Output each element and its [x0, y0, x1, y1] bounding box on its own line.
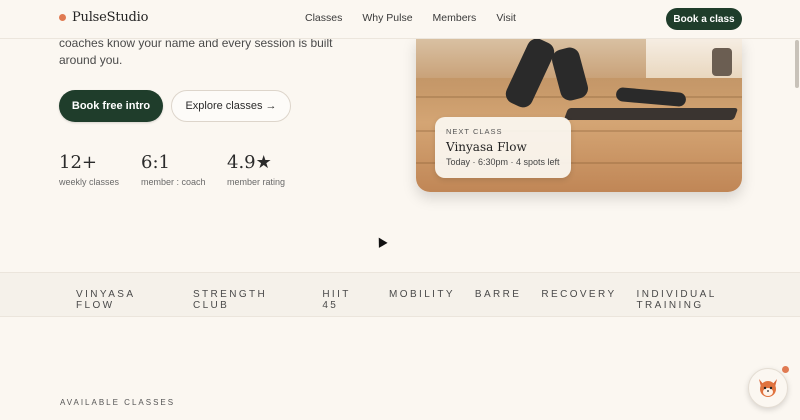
hero-description: coaches know your name and every session…	[59, 36, 333, 67]
class-type-item[interactable]: HIIT 45	[322, 289, 369, 311]
fox-icon	[759, 379, 777, 397]
class-type-item[interactable]: VINYASA FLOW	[76, 289, 173, 311]
brand-dot-icon	[59, 14, 66, 21]
photo-bag	[712, 48, 732, 76]
explore-classes-button[interactable]: Explore classes →	[171, 90, 291, 122]
nav-item-members[interactable]: Members	[433, 12, 477, 24]
stat-member-coach: 6:1 member : coach	[141, 152, 206, 188]
stat-label: weekly classes	[59, 177, 120, 187]
brand-logo[interactable]: PulseStudio	[59, 10, 148, 25]
stat-value: 6:1	[141, 152, 170, 173]
chat-assistant-fox-icon[interactable]	[748, 368, 788, 408]
main-nav: Classes Why Pulse Members Visit	[305, 12, 536, 24]
class-type-item[interactable]: MOBILITY	[389, 289, 455, 311]
stat-label: member rating	[227, 177, 286, 187]
yoga-mat	[563, 108, 739, 120]
page-scrollbar[interactable]	[795, 40, 799, 88]
class-type-item[interactable]: RECOVERY	[541, 289, 616, 311]
stat-member-rating: 4.9★ member rating	[227, 152, 286, 188]
class-types-band: VINYASA FLOW STRENGTH CLUB HIIT 45 MOBIL…	[0, 272, 800, 317]
notification-dot-icon	[782, 366, 789, 373]
class-type-item[interactable]: BARRE	[475, 289, 521, 311]
next-class-title: Vinyasa Flow	[446, 140, 527, 154]
nav-item-visit[interactable]: Visit	[496, 12, 516, 24]
top-navigation-bar: PulseStudio Classes Why Pulse Members Vi…	[0, 0, 800, 39]
next-class-meta: Today · 6:30pm · 4 spots left	[446, 157, 560, 167]
stat-label: member : coach	[141, 177, 206, 187]
brand-name: PulseStudio	[72, 10, 149, 25]
stat-value: 4.9★	[227, 152, 272, 173]
yoga-figure-leg	[615, 86, 687, 108]
stat-value: 12+	[59, 152, 97, 173]
class-type-item[interactable]: INDIVIDUAL TRAINING	[637, 289, 780, 311]
next-class-kicker: NEXT CLASS	[446, 127, 503, 136]
class-types-list: VINYASA FLOW STRENGTH CLUB HIIT 45 MOBIL…	[76, 289, 800, 311]
book-free-intro-button[interactable]: Book free intro	[59, 90, 163, 122]
next-class-card[interactable]: NEXT CLASS Vinyasa Flow Today · 6:30pm ·…	[435, 117, 571, 178]
stat-weekly-classes: 12+ weekly classes	[59, 152, 120, 188]
mouse-cursor-icon	[374, 235, 388, 248]
available-classes-heading: AVAILABLE CLASSES	[60, 398, 176, 407]
book-a-class-button[interactable]: Book a class	[666, 8, 742, 30]
class-type-item[interactable]: STRENGTH CLUB	[193, 289, 302, 311]
nav-item-classes[interactable]: Classes	[305, 12, 342, 24]
nav-item-why-pulse[interactable]: Why Pulse	[362, 12, 412, 24]
